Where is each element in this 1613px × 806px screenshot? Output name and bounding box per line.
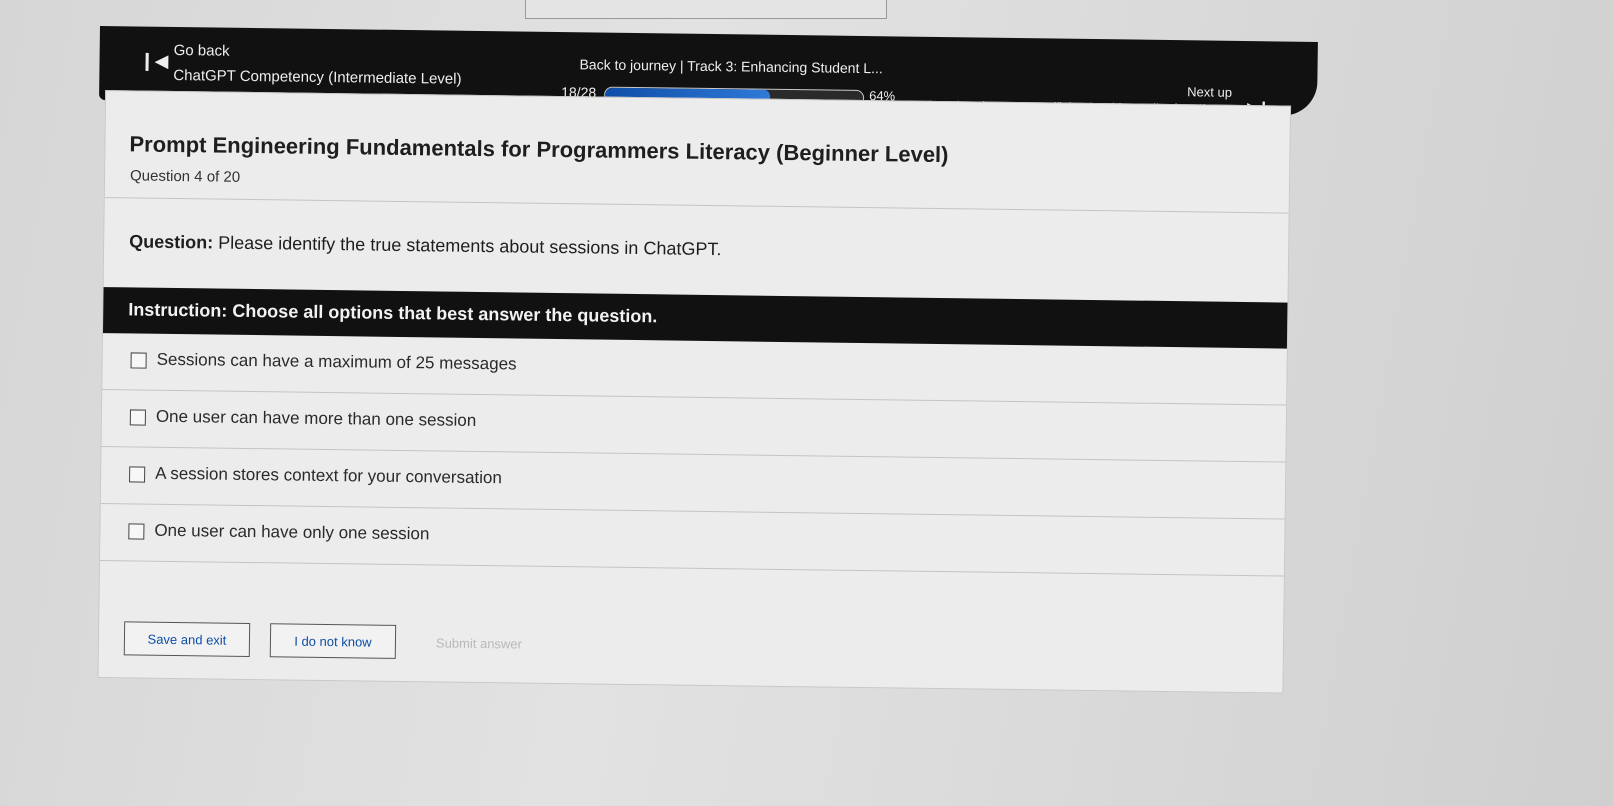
question-prefix: Question:: [129, 231, 214, 253]
option-label: Sessions can have a maximum of 25 messag…: [156, 349, 517, 374]
instruction-text: Instruction: Choose all options that bes…: [128, 299, 658, 327]
checkbox[interactable]: [130, 352, 147, 369]
do-not-know-button[interactable]: I do not know: [269, 623, 397, 659]
save-and-exit-button[interactable]: Save and exit: [123, 621, 251, 658]
go-back-link[interactable]: Go back: [174, 42, 230, 60]
submit-answer-button[interactable]: Submit answer: [419, 625, 539, 661]
quiz-card: Prompt Engineering Fundamentals for Prog…: [97, 90, 1292, 694]
option-label: One user can have only one session: [154, 520, 430, 544]
question-section: Question: Please identify the true state…: [103, 197, 1289, 304]
option-label: A session stores context for your conver…: [155, 463, 503, 488]
photo-background: ❙◀ Go back ChatGPT Competency (Intermedi…: [0, 0, 1613, 806]
back-to-journey-link[interactable]: Back to journey | Track 3: Enhancing Stu…: [579, 56, 882, 76]
monitor-top-edge: [525, 0, 887, 19]
checkbox[interactable]: [129, 466, 146, 483]
page-title: Prompt Engineering Fundamentals for Prog…: [129, 131, 949, 168]
checkbox[interactable]: [129, 409, 146, 426]
checkbox[interactable]: [128, 523, 145, 540]
question-counter: Question 4 of 20: [129, 167, 241, 186]
question-text: Question: Please identify the true state…: [129, 231, 722, 260]
title-section: Prompt Engineering Fundamentals for Prog…: [104, 101, 1290, 214]
option-label: One user can have more than one session: [155, 406, 477, 430]
app-screen: ❙◀ Go back ChatGPT Competency (Intermedi…: [91, 26, 1320, 722]
next-up-label: Next up: [1187, 84, 1233, 100]
skip-back-icon[interactable]: ❙◀: [139, 51, 168, 72]
question-body: Please identify the true statements abou…: [218, 232, 722, 260]
course-name: ChatGPT Competency (Intermediate Level): [173, 66, 462, 88]
